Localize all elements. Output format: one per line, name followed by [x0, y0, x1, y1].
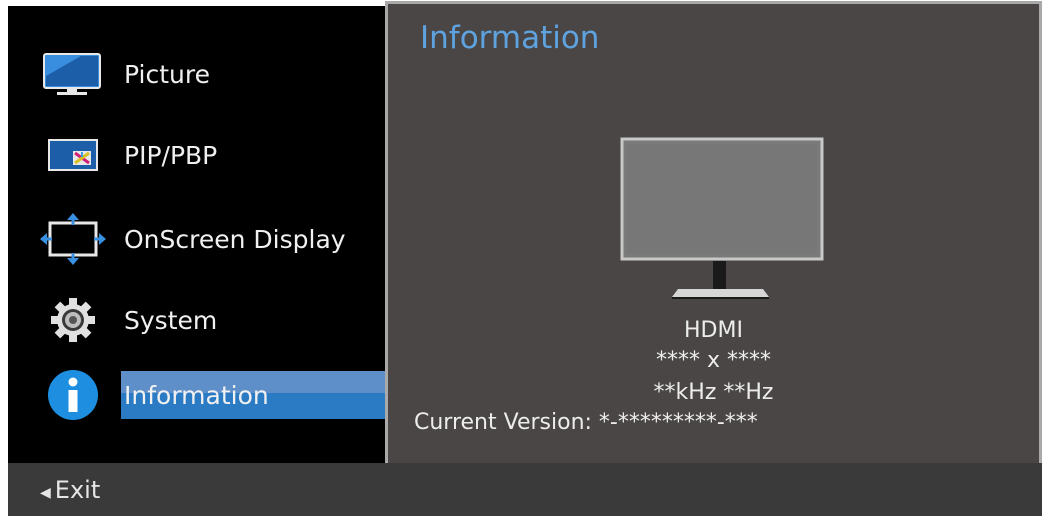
source-text: HDMI — [684, 318, 743, 343]
menu-item-label: Picture — [124, 59, 210, 89]
menu-item-label: PIP/PBP — [124, 140, 218, 170]
gear-icon — [38, 290, 108, 350]
info-icon — [38, 365, 108, 425]
menu-item-label: Information — [124, 380, 269, 410]
version-text: Current Version: *-*********-*** — [414, 410, 758, 435]
resolution-text: **** x **** — [655, 348, 771, 373]
menu-item-label: OnScreen Display — [124, 224, 346, 254]
menu-item-onscreen-display[interactable]: OnScreen Display — [38, 209, 388, 269]
menu-item-information[interactable]: Information — [38, 365, 396, 425]
menu-item-system[interactable]: System — [38, 290, 388, 350]
panel-title: Information — [420, 20, 600, 56]
monitor-icon — [620, 137, 825, 302]
exit-label: Exit — [54, 475, 101, 504]
menu-item-picture[interactable]: Picture — [38, 44, 388, 104]
footer-bar: ◀ Exit — [8, 463, 1042, 516]
onscreen-display-icon — [38, 209, 108, 269]
exit-button[interactable]: ◀ Exit — [40, 476, 100, 504]
left-arrow-icon: ◀ — [40, 484, 51, 501]
menu-item-pip-pbp[interactable]: PIP/PBP — [38, 125, 388, 185]
information-panel: Information HDMI **** x **** **kHz **Hz … — [385, 1, 1042, 471]
pip-pbp-icon — [38, 125, 108, 185]
frequency-text: **kHz **Hz — [653, 380, 774, 405]
menu-item-label: System — [124, 305, 218, 335]
monitor-icon — [38, 44, 108, 104]
